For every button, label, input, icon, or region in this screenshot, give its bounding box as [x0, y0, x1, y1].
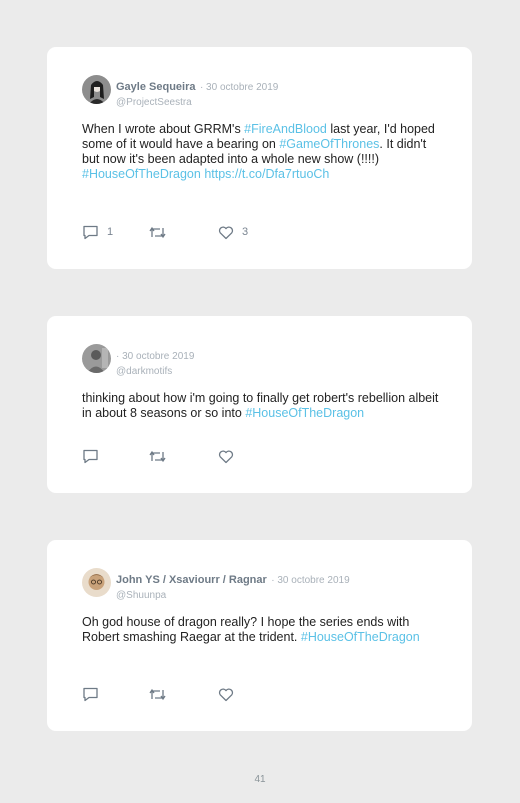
like-icon	[218, 688, 234, 701]
like-button[interactable]	[218, 686, 242, 702]
like-icon	[218, 226, 234, 239]
like-count: 3	[242, 226, 249, 238]
reply-button[interactable]: 1	[82, 224, 113, 240]
tweet-header: Gayle Sequeira · 30 octobre 2019 @Projec…	[116, 77, 278, 108]
tweet-text: When I wrote about GRRM's #FireAndBlood …	[82, 122, 444, 182]
tweet-text-segment: When I wrote about GRRM's	[82, 122, 245, 136]
avatar[interactable]	[82, 344, 111, 373]
author-name[interactable]: Gayle Sequeira	[116, 81, 196, 93]
tweet-card: · 30 octobre 2019 @darkmotifs thinking a…	[47, 316, 472, 493]
tweet-header: John YS / Xsaviourr / Ragnar · 30 octobr…	[116, 570, 350, 601]
retweet-icon	[149, 450, 166, 462]
author-handle[interactable]: @Shuunpa	[116, 590, 350, 601]
retweet-icon	[149, 226, 166, 238]
retweet-icon	[149, 688, 166, 700]
reply-icon	[83, 225, 98, 239]
retweet-button[interactable]	[148, 448, 175, 464]
tweet-card: John YS / Xsaviourr / Ragnar · 30 octobr…	[47, 540, 472, 731]
like-button[interactable]	[218, 448, 242, 464]
reply-icon	[83, 449, 98, 463]
avatar[interactable]	[82, 568, 111, 597]
tweet-text: thinking about how i'm going to finally …	[82, 391, 444, 421]
hashtag-link[interactable]: #HouseOfTheDragon	[301, 630, 420, 644]
author-name[interactable]: John YS / Xsaviourr / Ragnar	[116, 574, 267, 586]
reply-count: 1	[107, 226, 114, 238]
tweet-card: Gayle Sequeira · 30 octobre 2019 @Projec…	[47, 47, 472, 269]
tweet-date[interactable]: · 30 octobre 2019	[271, 575, 349, 586]
retweet-button[interactable]	[148, 224, 175, 240]
url-link[interactable]: https://t.co/Dfa7rtuoCh	[204, 167, 329, 181]
reply-icon	[83, 687, 98, 701]
tweet-header: · 30 octobre 2019 @darkmotifs	[116, 346, 194, 377]
hashtag-link[interactable]: #HouseOfTheDragon	[245, 406, 364, 420]
like-button[interactable]: 3	[218, 224, 248, 240]
like-icon	[218, 450, 234, 463]
tweet-date[interactable]: · 30 octobre 2019	[200, 82, 278, 93]
reply-button[interactable]	[82, 448, 107, 464]
hashtag-link[interactable]: #FireAndBlood	[244, 122, 327, 136]
reply-button[interactable]	[82, 686, 107, 702]
avatar[interactable]	[82, 75, 111, 104]
author-handle[interactable]: @darkmotifs	[116, 366, 194, 377]
hashtag-link[interactable]: #HouseOfTheDragon	[82, 167, 201, 181]
retweet-button[interactable]	[148, 686, 175, 702]
author-handle[interactable]: @ProjectSeestra	[116, 97, 278, 108]
hashtag-link[interactable]: #GameOfThrones	[279, 137, 379, 151]
tweet-text: Oh god house of dragon really? I hope th…	[82, 615, 444, 645]
tweet-date[interactable]: · 30 octobre 2019	[116, 351, 194, 362]
page-number: 41	[254, 774, 266, 785]
